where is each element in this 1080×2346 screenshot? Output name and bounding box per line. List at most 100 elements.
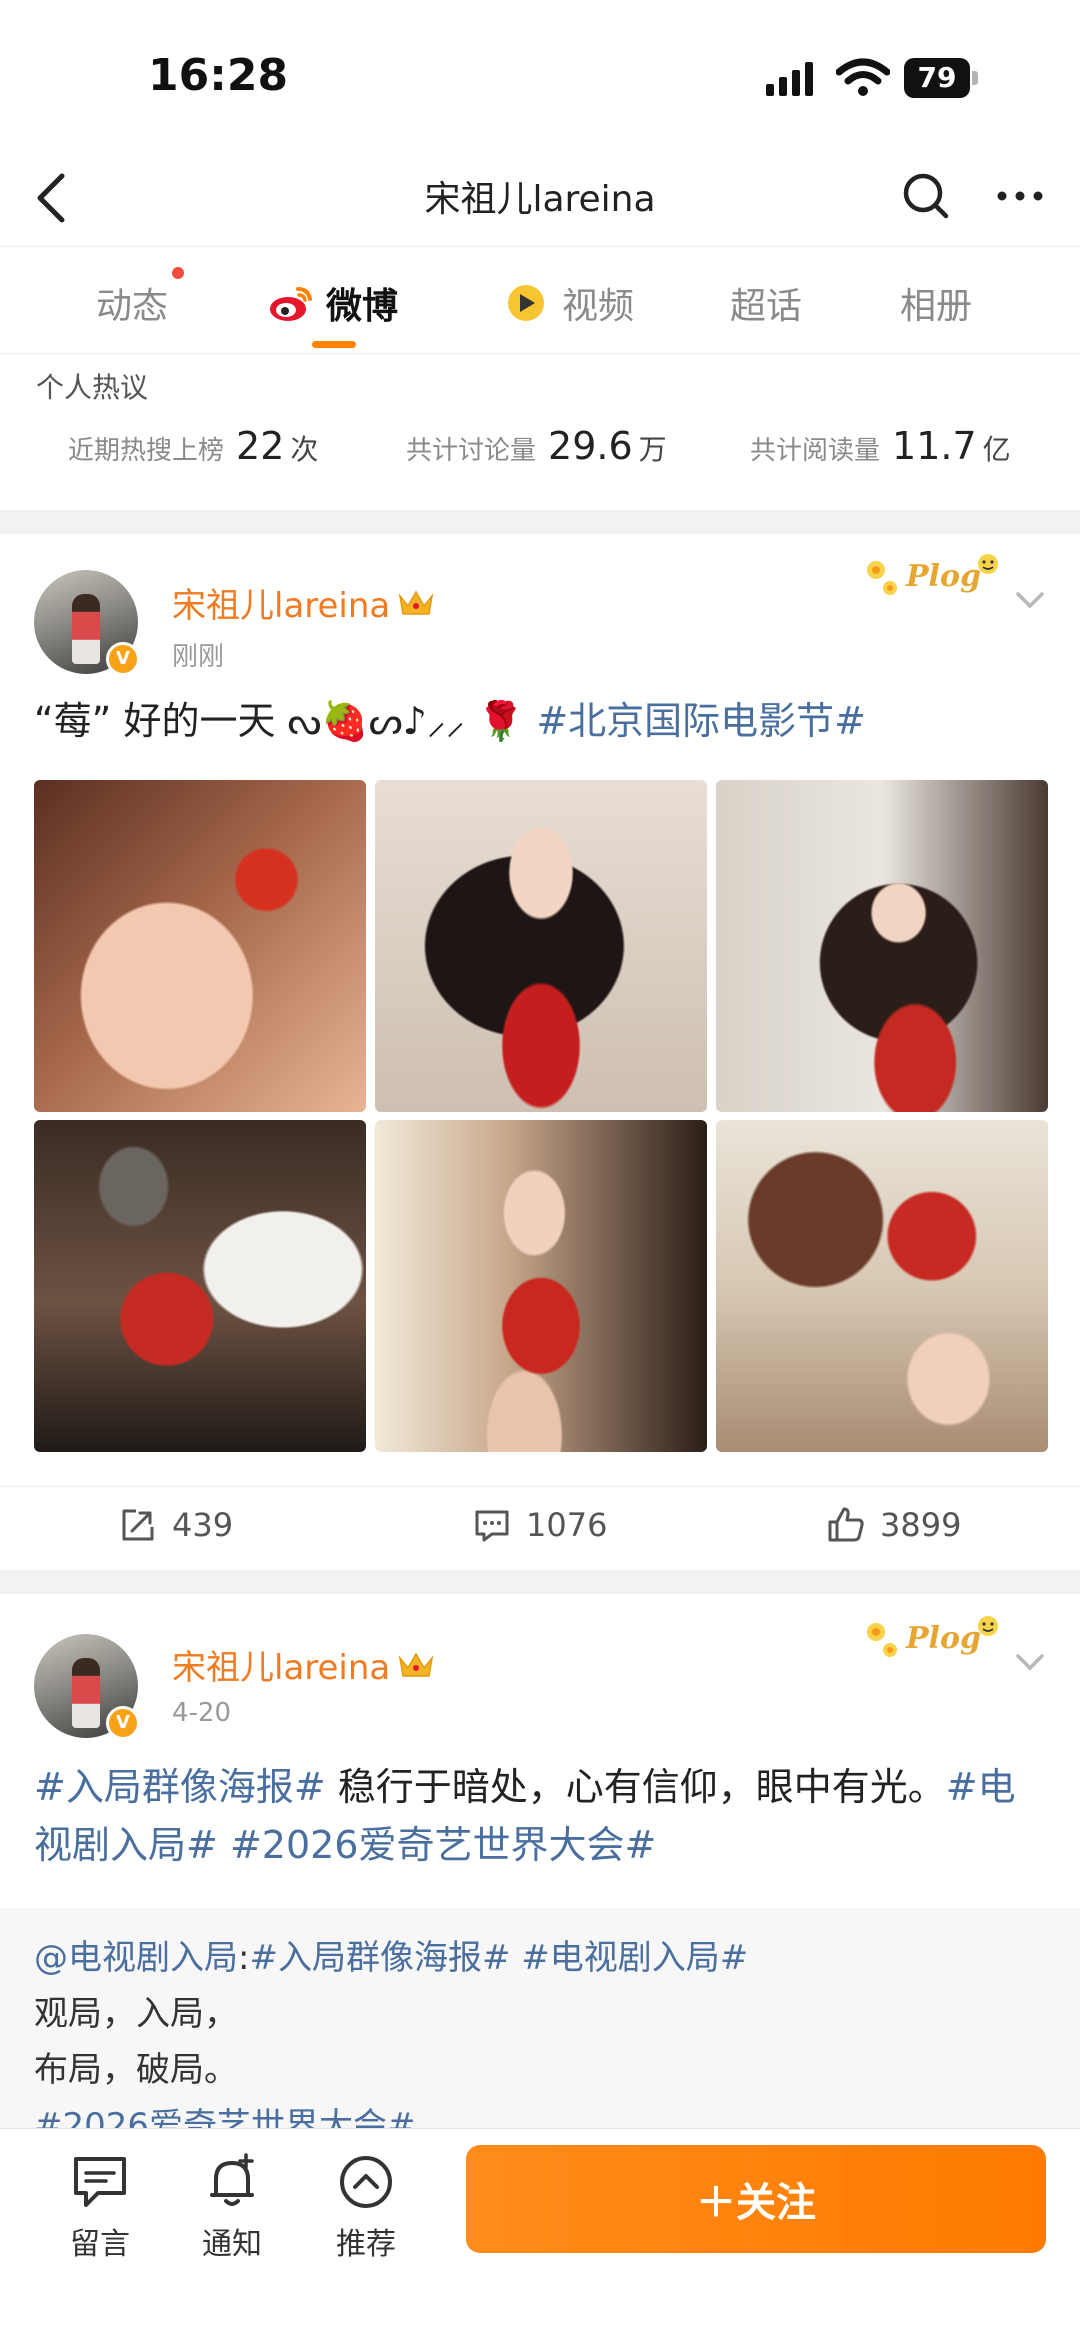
chevron-down-icon[interactable] (1010, 1648, 1050, 1678)
author-name-text: 宋祖儿lareina (172, 1648, 391, 1688)
profile-tabs: 动态 微博 视频 超话 相册 (0, 246, 1080, 354)
personal-buzz-panel: 个人热议 近期热搜上榜 22 次 共计讨论量 29.6 万 共计阅读量 11.7… (0, 354, 1080, 510)
photo-thumbnail[interactable] (34, 1120, 366, 1452)
repost-line: @电视剧入局:#入局群像海报# #电视剧入局# (34, 1930, 1044, 1986)
message-label: 留言 (70, 2227, 130, 2262)
tab-super-topic[interactable]: 超话 (730, 277, 802, 329)
more-options-icon[interactable] (990, 168, 1050, 224)
plog-badge-icon: Plog (867, 554, 998, 595)
hashtag-link[interactable]: #北京国际电影节# (536, 699, 866, 743)
repost-icon (122, 1509, 154, 1541)
stat-label: 共计阅读量 (750, 436, 881, 466)
tab-label: 超话 (730, 286, 803, 327)
post-time: 刚刚 (172, 642, 225, 672)
cellular-signal-icon (766, 62, 813, 96)
bell-plus-icon (210, 2153, 254, 2206)
hashtag-link[interactable]: #电视剧入局# (521, 1938, 748, 1978)
stat-unit: 次 (290, 433, 319, 466)
stat-unit: 万 (638, 433, 667, 466)
repost-line: 布局，破局。 (34, 2050, 238, 2090)
stat-value: 22 (236, 424, 285, 468)
like-count: 3899 (880, 1506, 962, 1544)
back-arrow-icon[interactable] (22, 162, 82, 234)
post-text: #入局群像海报# 稳行于暗处，心有信仰，眼中有光。#电视剧入局# #2026爱奇… (34, 1758, 1046, 1874)
section-divider (0, 1570, 1080, 1594)
status-bar: 16:28 79 (0, 0, 1080, 150)
avatar[interactable]: V (34, 1634, 140, 1740)
notify-label: 通知 (202, 2227, 262, 2262)
repost-text: @电视剧入局:#入局群像海报# #电视剧入局# 观局，入局， 布局，破局。 #2… (34, 1930, 1044, 2128)
search-icon[interactable] (898, 168, 954, 224)
photo-thumbnail[interactable] (375, 780, 707, 1112)
repost-count: 439 (172, 1506, 234, 1544)
tab-label: 相册 (900, 286, 973, 327)
tab-album[interactable]: 相册 (900, 277, 972, 329)
post-text: “莓” 好的一天 ᔓ🍓ᔕ♪⸝⸝ 🌹 #北京国际电影节# (34, 692, 1046, 750)
weibo-logo-icon (270, 287, 312, 321)
verified-badge-icon: V (106, 1706, 140, 1740)
mention-link[interactable]: @电视剧入局 (34, 1938, 238, 1978)
bottom-action-bar: 留言 通知 推荐 ＋关注 (0, 2128, 1080, 2346)
follow-button[interactable]: ＋关注 (466, 2145, 1046, 2253)
tab-video[interactable]: 视频 (504, 277, 634, 329)
photo-thumbnail[interactable] (716, 1120, 1048, 1452)
tab-label: 微博 (326, 286, 399, 327)
photo-thumbnail[interactable] (34, 780, 366, 1112)
tab-dynamic[interactable]: 动态 (96, 277, 168, 329)
photo-thumbnail[interactable] (716, 780, 1048, 1112)
stat-value: 29.6 (548, 424, 633, 468)
hashtag-link[interactable]: #2026爱奇艺世界大会# (34, 2098, 1044, 2128)
stat-hot-search[interactable]: 近期热搜上榜 22 次 (68, 424, 318, 468)
battery-icon: 79 (904, 58, 978, 98)
recommend-button[interactable]: 推荐 (316, 2151, 416, 2263)
plog-badge-text: Plog (905, 559, 981, 594)
photo-thumbnail[interactable] (375, 1120, 707, 1452)
page-title: 宋祖儿lareina (424, 179, 656, 220)
plog-badge-text: Plog (905, 1621, 981, 1656)
like-button[interactable]: 3899 (826, 1505, 961, 1545)
photo-grid (34, 780, 1048, 1452)
tab-label: 动态 (96, 286, 169, 327)
author-name[interactable]: 宋祖儿lareina (172, 1640, 436, 1689)
verified-badge-icon: V (106, 642, 140, 676)
tab-weibo[interactable]: 微博 (268, 277, 398, 329)
wifi-icon (836, 58, 890, 96)
unread-dot (172, 267, 184, 279)
stat-reads[interactable]: 共计阅读量 11.7 亿 (750, 424, 1011, 468)
thumbs-up-icon (828, 1507, 864, 1542)
message-button[interactable]: 留言 (50, 2151, 150, 2263)
comment-icon (475, 1510, 509, 1542)
comment-count: 1076 (526, 1506, 608, 1544)
hashtag-link[interactable]: #入局群像海报# (249, 1938, 510, 1978)
hashtag-link[interactable]: #2026爱奇艺世界大会# (230, 1823, 656, 1867)
avatar[interactable]: V (34, 570, 140, 676)
status-time: 16:28 (148, 50, 289, 101)
section-title: 个人热议 (36, 371, 149, 404)
post-actions: 439 1076 3899 (0, 1486, 1080, 1570)
chevron-down-icon[interactable] (1010, 586, 1050, 616)
repost-button[interactable]: 439 (118, 1505, 233, 1545)
battery-level: 79 (904, 58, 970, 98)
post-text-body: 稳行于暗处，心有信仰，眼中有光。 (325, 1765, 946, 1809)
stat-discussion[interactable]: 共计讨论量 29.6 万 (406, 424, 667, 468)
recommend-label: 推荐 (336, 2227, 396, 2262)
nav-bar: 宋祖儿lareina (0, 150, 1080, 246)
post-card[interactable]: V 宋祖儿lareina 刚刚 Plog “莓” 好的一天 ᔓ🍓ᔕ♪⸝⸝ 🌹 #… (0, 534, 1080, 1570)
stat-unit: 亿 (982, 433, 1011, 466)
active-tab-indicator (312, 341, 356, 348)
message-bubble-icon (74, 2157, 126, 2207)
chevron-up-circle-icon (340, 2156, 392, 2208)
repost-quote[interactable]: @电视剧入局:#入局群像海报# #电视剧入局# 观局，入局， 布局，破局。 #2… (0, 1908, 1080, 2128)
author-name[interactable]: 宋祖儿lareina (172, 578, 436, 627)
post-time: 4-20 (172, 1698, 232, 1728)
hashtag-link[interactable]: #入局群像海报# (34, 1765, 326, 1809)
plog-badge-icon: Plog (867, 1616, 998, 1657)
stat-label: 近期热搜上榜 (68, 436, 225, 466)
crown-icon (399, 1651, 434, 1677)
notify-button[interactable]: 通知 (182, 2151, 282, 2263)
repost-colon: : (238, 1938, 250, 1978)
section-divider (0, 510, 1080, 534)
comment-button[interactable]: 1076 (472, 1505, 607, 1545)
crown-icon (399, 589, 434, 615)
stat-value: 11.7 (892, 424, 977, 468)
